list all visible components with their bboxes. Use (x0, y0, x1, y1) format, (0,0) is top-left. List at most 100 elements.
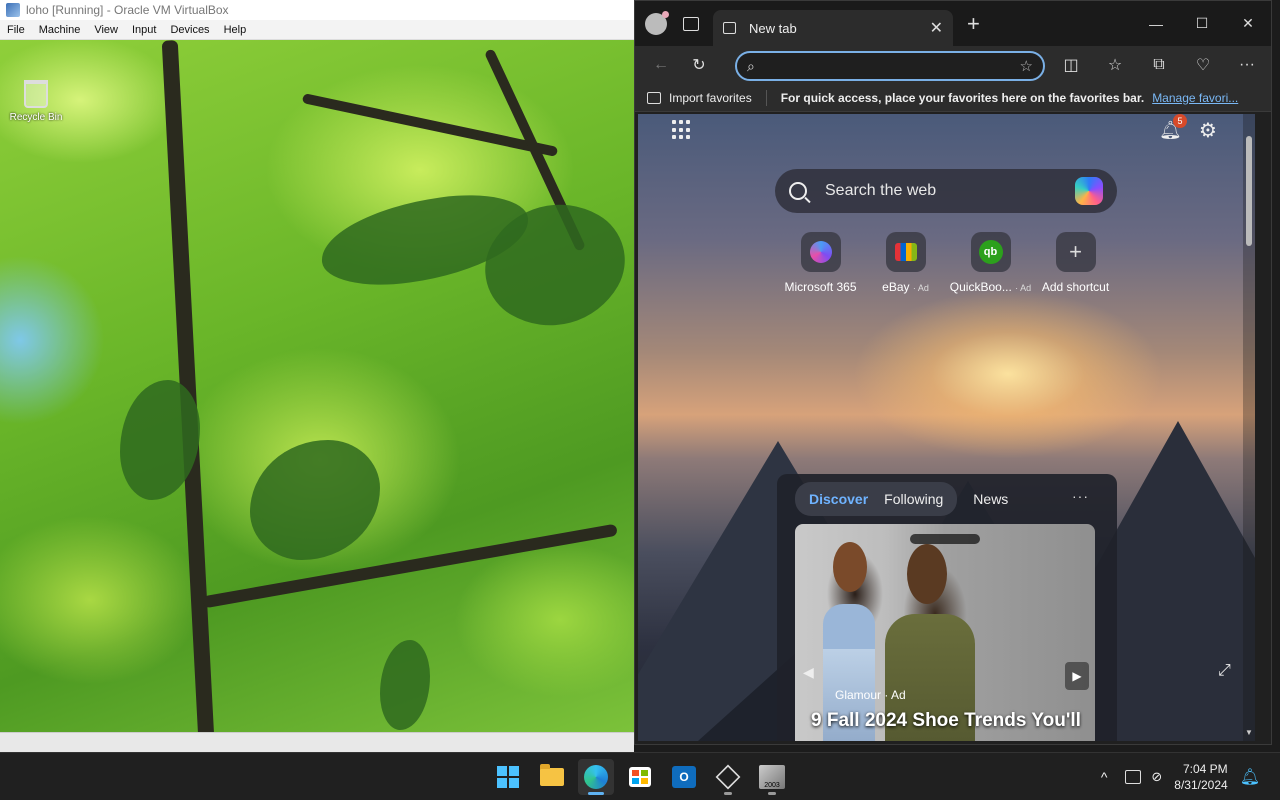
notification-badge: 5 (1173, 114, 1187, 128)
store-icon (629, 767, 651, 787)
settings-more-icon[interactable]: ··· (1231, 49, 1263, 81)
shortcut-label: eBay (882, 280, 910, 294)
close-window-button[interactable]: ✕ (1225, 1, 1271, 46)
vm-2003-icon: 2003 (759, 765, 785, 789)
taskbar-outlook[interactable]: O (666, 759, 702, 795)
menu-view[interactable]: View (87, 24, 125, 36)
recycle-bin-label: Recycle Bin (9, 112, 63, 123)
vbox-window-title: loho [Running] - Oracle VM VirtualBox (26, 3, 229, 17)
running-indicator (588, 792, 604, 795)
menu-devices[interactable]: Devices (163, 24, 216, 36)
taskbar-vm-2003[interactable]: 2003 (754, 759, 790, 795)
scrollbar-thumb[interactable] (1246, 136, 1252, 246)
outlook-icon: O (672, 766, 696, 788)
tab-actions-icon[interactable] (683, 16, 699, 31)
feed-more-options-icon[interactable]: ··· (1072, 488, 1089, 504)
favorites-icon[interactable]: ☆ (1099, 49, 1131, 81)
vm-2003-badge: 2003 (764, 782, 780, 789)
file-explorer-icon (540, 764, 564, 786)
taskbar-apps: O 2003 (490, 759, 790, 795)
vbox-menubar: File Machine View Input Devices Help (0, 20, 634, 40)
web-search-box[interactable]: Search the web (775, 169, 1117, 213)
shortcut-add[interactable]: + Add shortcut (1033, 232, 1118, 294)
feed-card[interactable]: ◀ ▶ Glamour · Ad 9 Fall 2024 Shoe Trends… (795, 524, 1095, 741)
microsoft-365-icon (809, 241, 832, 263)
split-screen-icon[interactable]: ◫ (1055, 49, 1087, 81)
taskbar-edge[interactable] (578, 759, 614, 795)
scroll-down-arrow-icon[interactable]: ▼ (1245, 728, 1253, 737)
carousel-next-button[interactable]: ▶ (1065, 662, 1089, 690)
recycle-bin-shortcut[interactable]: Recycle Bin (6, 80, 66, 123)
notifications-bell-icon[interactable]: 🔔︎ (1240, 767, 1260, 787)
show-hidden-icons-chevron-icon[interactable]: ^ (1101, 769, 1108, 785)
import-favorites-button[interactable]: Import favorites (647, 91, 752, 105)
profile-avatar[interactable] (645, 10, 669, 35)
page-settings-gear-icon[interactable]: ⚙ (1199, 118, 1217, 143)
wallpaper-leaf (380, 640, 430, 730)
import-icon (647, 91, 661, 104)
shortcut-microsoft-365[interactable]: Microsoft 365 (778, 232, 863, 294)
vbox-titlebar: loho [Running] - Oracle VM VirtualBox (0, 0, 634, 20)
tab-discover[interactable]: Discover (801, 491, 876, 507)
minimize-button[interactable]: — (1133, 1, 1179, 46)
news-feed-panel: Discover Following News ··· ◀ ▶ Glamour … (777, 474, 1117, 741)
tab-title: New tab (749, 20, 797, 36)
shortcut-ebay[interactable]: eBay · Ad (863, 232, 948, 294)
address-bar[interactable]: ⌕ ☆ (735, 51, 1045, 81)
virtualbox-app-icon (6, 3, 20, 17)
card-source: Glamour · Ad (835, 688, 906, 702)
ebay-tile (885, 232, 926, 272)
search-placeholder: Search the web (825, 182, 937, 199)
ad-label: · Ad (912, 283, 929, 293)
toolbar-right-tools: ◫ ☆ ⧉ ♡ ··· (1055, 49, 1263, 81)
edge-window: New tab ✕ + — ☐ ✕ ← ↻ ⌕ ☆ ◫ ☆ ⧉ ♡ ··· Im… (634, 0, 1272, 745)
menu-input[interactable]: Input (125, 24, 163, 36)
menu-help[interactable]: Help (217, 24, 254, 36)
taskbar-store[interactable] (622, 759, 658, 795)
start-icon (497, 766, 519, 788)
display-icon[interactable] (1125, 770, 1142, 784)
add-favorite-star-icon[interactable]: ☆ (1020, 57, 1033, 75)
carousel-dots (910, 534, 980, 544)
quickbooks-tile: qb (970, 232, 1011, 272)
carousel-prev-icon[interactable]: ◀ (803, 664, 814, 681)
taskbar-virtualbox[interactable] (710, 759, 746, 795)
vm-desktop-wallpaper: Recycle Bin (0, 40, 634, 732)
new-tab-page: 🔔︎ 5 ⚙ Search the web Microsoft 365 eBay… (638, 114, 1255, 741)
add-shortcut-tile: + (1055, 232, 1096, 272)
manage-favorites-link[interactable]: Manage favori... (1152, 91, 1238, 105)
tab-news[interactable]: News (973, 491, 1008, 507)
expand-feed-icon[interactable]: ⤢ (1218, 662, 1231, 680)
tab-following[interactable]: Following (876, 491, 951, 507)
taskbar-file-explorer[interactable] (534, 759, 570, 795)
browser-essentials-icon[interactable]: ♡ (1187, 49, 1219, 81)
menu-machine[interactable]: Machine (32, 24, 88, 36)
maximize-button[interactable]: ☐ (1179, 1, 1225, 46)
copilot-icon[interactable] (1075, 177, 1103, 205)
apps-launcher-icon[interactable] (672, 120, 692, 140)
address-input[interactable] (764, 58, 1020, 74)
favorites-bar: Import favorites For quick access, place… (635, 84, 1271, 112)
close-tab-icon[interactable]: ✕ (930, 18, 943, 38)
new-tab-button[interactable]: + (967, 11, 980, 37)
back-button[interactable]: ← (645, 49, 677, 81)
edge-icon (584, 765, 608, 789)
page-scrollbar[interactable]: ▼ (1243, 114, 1255, 741)
shortcut-label: Add shortcut (1041, 280, 1110, 294)
virtualbox-icon (715, 764, 741, 790)
menu-file[interactable]: File (0, 24, 32, 36)
start-button[interactable] (490, 759, 526, 795)
system-tray: ^ ⊘ 7:04 PM 8/31/2024 🔔︎ (1101, 753, 1260, 800)
card-image-figure (907, 544, 947, 604)
network-icon[interactable]: ⊘ (1151, 769, 1162, 785)
import-favorites-label: Import favorites (669, 90, 752, 105)
refresh-button[interactable]: ↻ (683, 49, 715, 81)
clock[interactable]: 7:04 PM 8/31/2024 (1174, 761, 1227, 793)
shortcut-label: Microsoft 365 (784, 280, 857, 294)
shortcut-quickbooks[interactable]: qb QuickBoo... · Ad (948, 232, 1033, 294)
collections-icon[interactable]: ⧉ (1143, 49, 1175, 81)
feed-tabs: Discover Following News (795, 482, 1008, 516)
card-headline[interactable]: 9 Fall 2024 Shoe Trends You'll (811, 710, 1091, 732)
quick-links: Microsoft 365 eBay · Ad qb QuickBoo... ·… (778, 232, 1118, 294)
tab-new-tab[interactable]: New tab ✕ (713, 10, 953, 46)
